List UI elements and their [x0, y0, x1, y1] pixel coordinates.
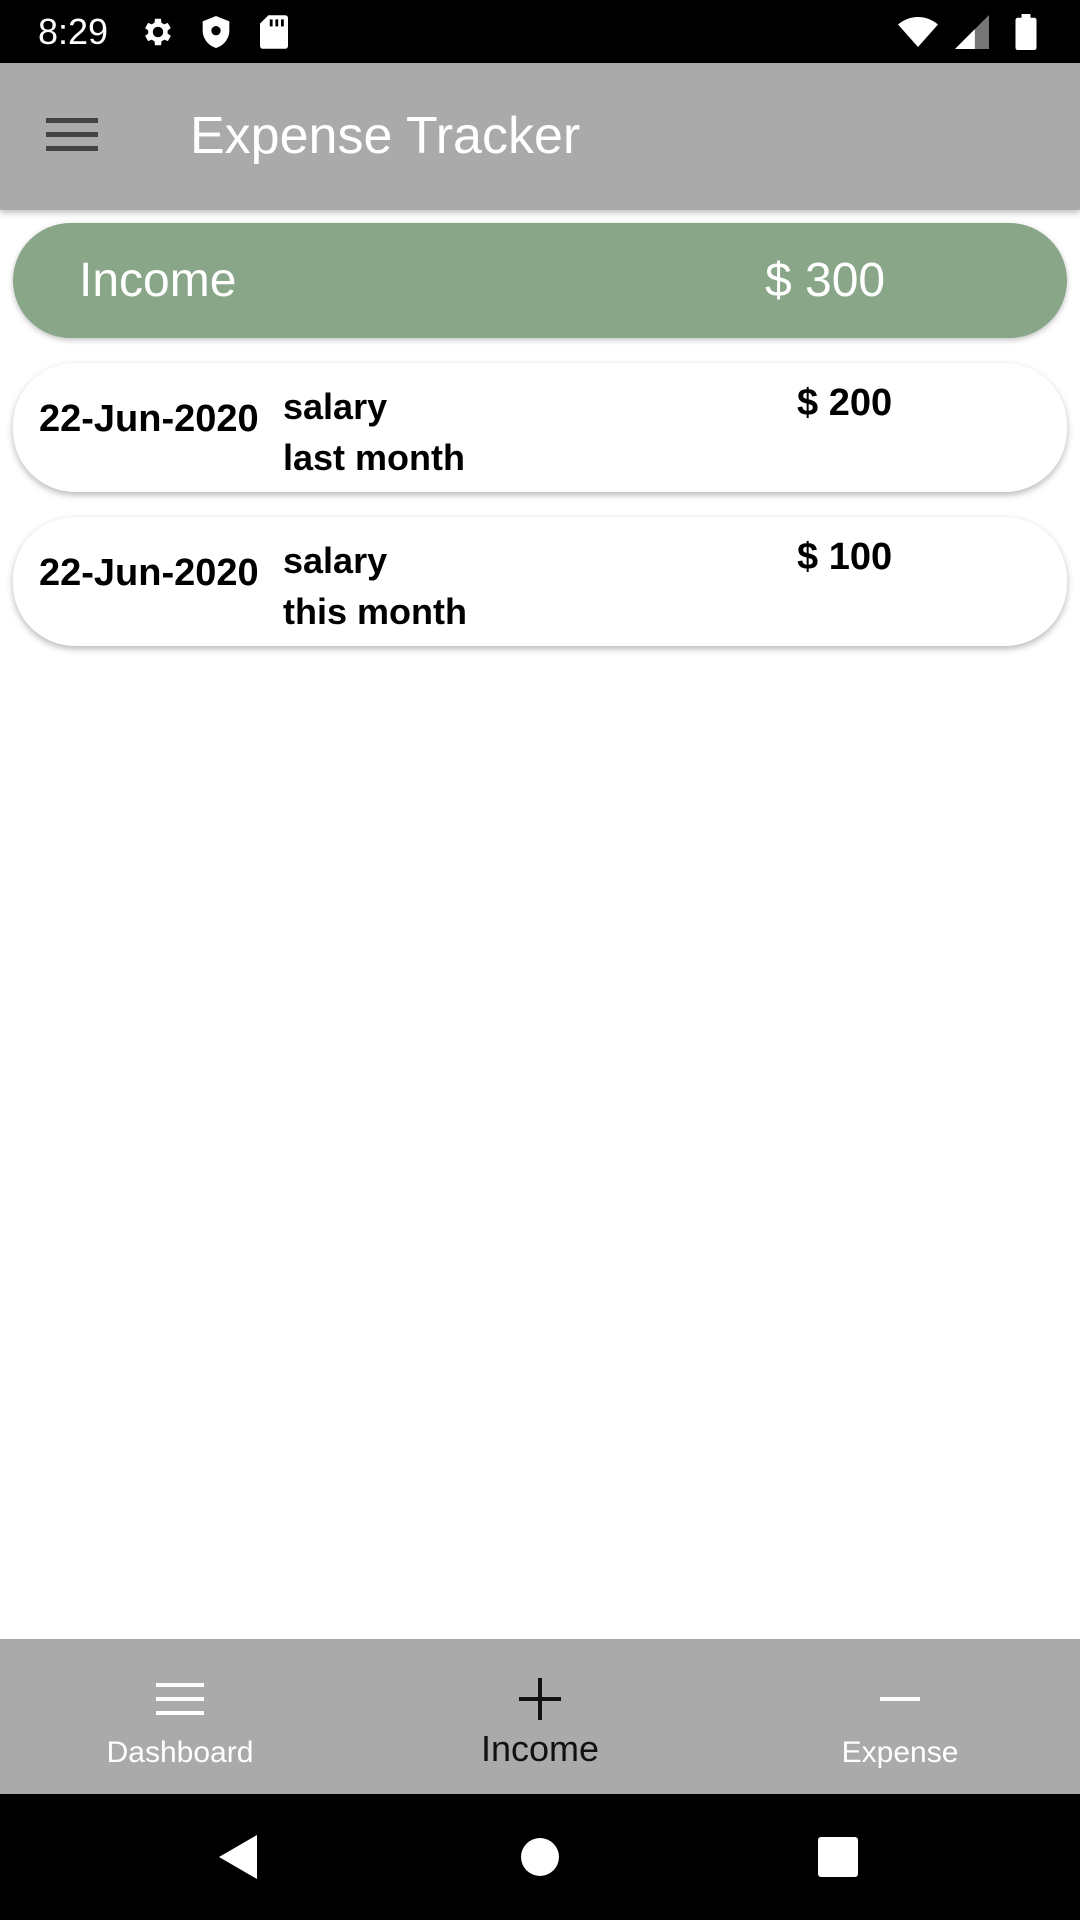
nav-item-expense[interactable]: Expense — [720, 1639, 1080, 1794]
shield-icon — [196, 12, 236, 52]
nav-label-income: Income — [480, 1728, 600, 1769]
hamburger-menu-icon — [46, 114, 98, 159]
nav-label-expense: Expense — [841, 1736, 959, 1769]
bottom-navigation: Dashboard Income Expense — [0, 1639, 1080, 1794]
nav-item-income[interactable]: Income — [360, 1639, 720, 1794]
menu-button[interactable] — [32, 101, 112, 171]
status-icons-left — [138, 12, 294, 52]
status-time: 8:29 — [38, 11, 109, 52]
plus-icon — [510, 1669, 570, 1729]
nav-item-dashboard[interactable]: Dashboard — [0, 1639, 360, 1794]
battery-icon — [1006, 12, 1046, 52]
wifi-icon — [898, 12, 938, 52]
app-bar: Expense Tracker — [0, 63, 1080, 210]
income-summary: Income $ 300 — [13, 223, 1067, 338]
income-entry-card[interactable]: 22-Jun-2020 salary last month $ 200 — [13, 363, 1067, 492]
entry-amount: $ 100 — [797, 536, 893, 578]
list-icon — [150, 1669, 210, 1729]
app-title: Expense Tracker — [190, 107, 581, 165]
income-entry-list: 22-Jun-2020 salary last month $ 200 22-J… — [13, 363, 1067, 671]
income-entry-card[interactable]: 22-Jun-2020 salary this month $ 100 — [13, 517, 1067, 646]
minus-icon — [870, 1669, 930, 1729]
entry-description: salary this month — [283, 540, 467, 632]
sd-card-icon — [254, 12, 294, 52]
entry-description: salary last month — [283, 386, 466, 478]
status-icons-right — [898, 12, 1046, 52]
gear-icon — [138, 12, 178, 52]
cell-signal-icon — [952, 12, 992, 52]
nav-label-dashboard: Dashboard — [106, 1736, 254, 1769]
entry-amount: $ 200 — [797, 382, 893, 424]
entry-date: 22-Jun-2020 — [39, 398, 259, 440]
status-bar: 8:29 — [0, 0, 1080, 63]
entry-date: 22-Jun-2020 — [39, 552, 259, 594]
back-icon[interactable] — [209, 1827, 269, 1887]
income-summary-label: Income — [79, 254, 237, 307]
recents-icon[interactable] — [808, 1827, 868, 1887]
system-navigation-bar — [0, 1794, 1080, 1920]
home-icon[interactable] — [510, 1827, 570, 1887]
income-summary-total: $ 300 — [765, 254, 886, 307]
